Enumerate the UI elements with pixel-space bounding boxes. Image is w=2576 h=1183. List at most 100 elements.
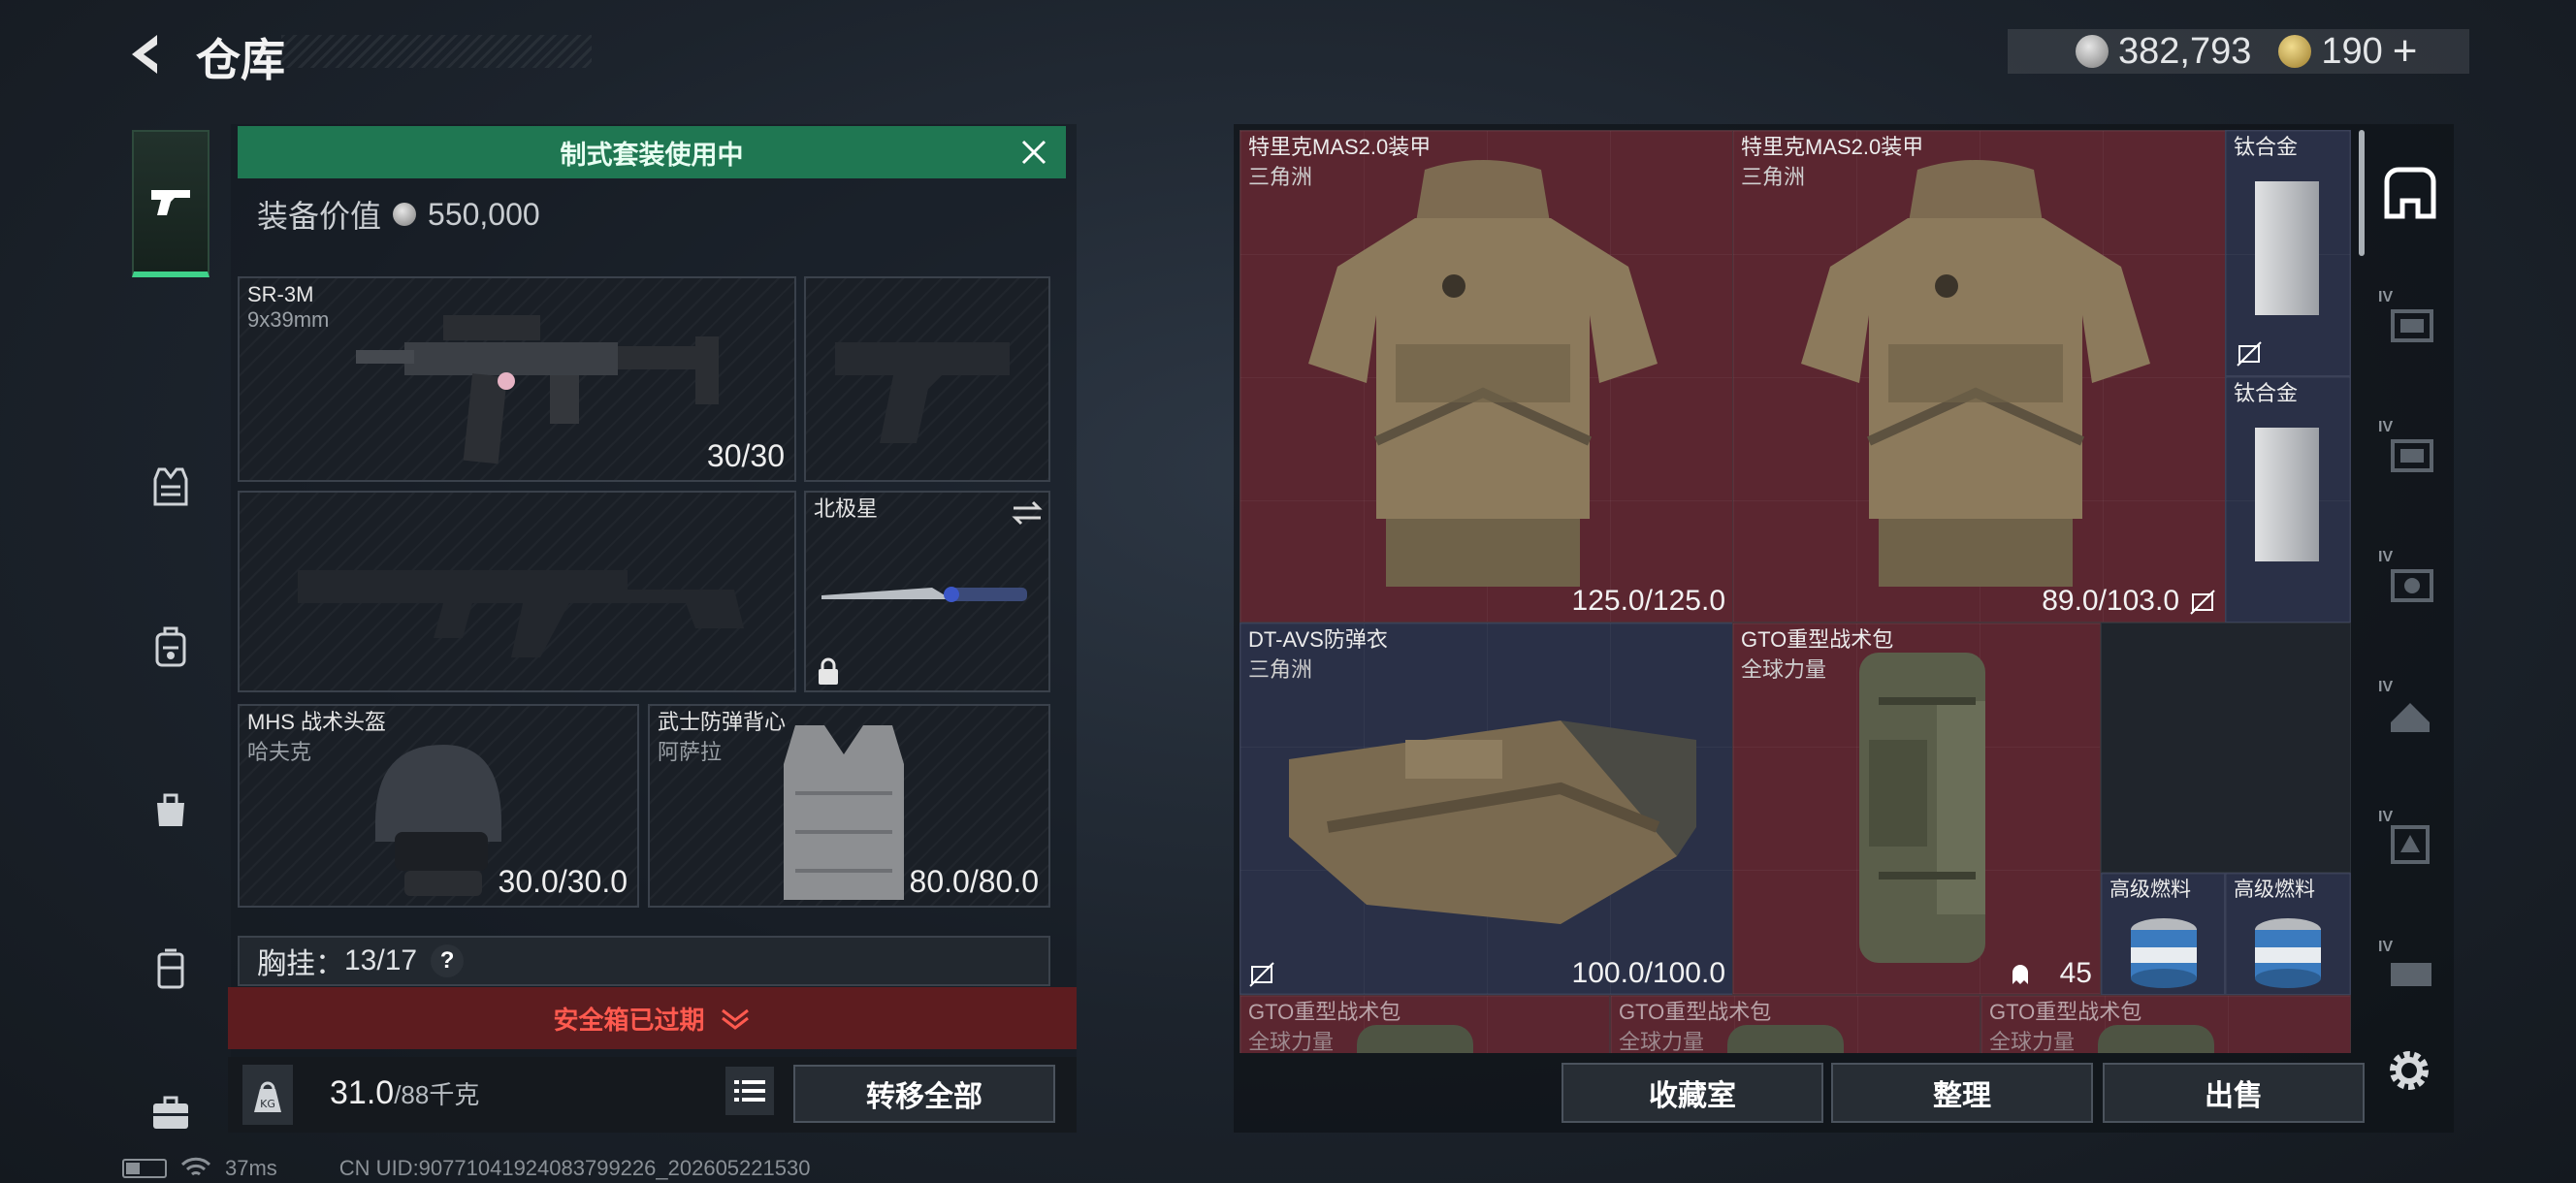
nav-weapons[interactable] <box>132 130 209 277</box>
list-view-button[interactable] <box>725 1067 774 1115</box>
backpack-icon <box>155 626 186 667</box>
kettlebell-icon: KG <box>254 1081 281 1112</box>
vest-image <box>784 725 904 900</box>
backpack-image <box>1727 1025 1844 1053</box>
item-brand: 三角洲 <box>1248 657 1313 682</box>
organize-button[interactable]: 整理 <box>1831 1063 2093 1123</box>
backpack-image <box>1859 653 1985 963</box>
stash-tab[interactable]: IV <box>2376 289 2444 357</box>
weapon-name: SR-3M <box>247 282 314 306</box>
backpack-image <box>2098 1025 2214 1053</box>
stash-scrollbar[interactable] <box>2359 130 2365 256</box>
titanium-plate-image <box>2255 181 2319 315</box>
close-icon[interactable] <box>1015 134 1052 171</box>
helmet-slot[interactable]: MHS 战术头盔 哈夫克 30.0/30.0 <box>238 704 639 908</box>
lock-icon <box>819 657 838 685</box>
pistol-slot[interactable] <box>804 276 1050 482</box>
item-name: 高级燃料 <box>2109 879 2191 901</box>
stash-item[interactable]: 钛合金 <box>2225 130 2351 376</box>
weight-icon: KG <box>242 1065 293 1125</box>
sell-button[interactable]: 出售 <box>2103 1063 2365 1123</box>
gear-icon[interactable] <box>2382 1043 2436 1098</box>
kit-banner-text: 制式套装使用中 <box>560 140 744 170</box>
help-icon[interactable]: ? <box>431 944 465 977</box>
stash-item[interactable]: 特里克MAS2.0装甲 三角洲 125.0/125.0 <box>1240 130 1734 623</box>
stash-tabs: IV IV IV IV IV IV <box>2367 130 2452 1022</box>
back-arrow-icon[interactable] <box>120 29 171 80</box>
stash-tab-main[interactable] <box>2376 159 2444 227</box>
stash-tab[interactable]: IV <box>2376 939 2444 1007</box>
stash-tab[interactable]: IV <box>2376 809 2444 877</box>
primary-weapon-slot[interactable]: SR-3M 9x39mm 30/30 <box>238 276 796 482</box>
item-count: 45 <box>2059 957 2092 989</box>
carry-weight-max: /88千克 <box>394 1080 480 1109</box>
stash-item[interactable]: DT-AVS防弹衣 三角洲 100.0/100.0 <box>1240 623 1734 995</box>
melee-name: 北极星 <box>814 496 879 521</box>
stash-grid: 特里克MAS2.0装甲 三角洲 125.0/125.0 特里克MAS2.0装甲 … <box>1240 130 2351 1053</box>
bag-icon <box>157 793 184 826</box>
stash-item[interactable]: 钛合金 <box>2225 376 2351 623</box>
nav-case[interactable] <box>132 923 209 1016</box>
stash-item[interactable]: 高级燃料 <box>2101 873 2225 995</box>
item-name: GTO重型战术包 <box>1989 1000 2142 1024</box>
melee-slot[interactable]: 北极星 <box>804 491 1050 692</box>
plate-carrier-image <box>1289 720 1696 924</box>
fuel-can-image <box>2131 918 2197 988</box>
pistol-icon <box>151 190 190 215</box>
item-name: DT-AVS防弹衣 <box>1248 627 1388 652</box>
wifi-icon <box>180 1157 211 1176</box>
item-name: GTO重型战术包 <box>1619 1000 1772 1024</box>
stash-item[interactable]: GTO重型战术包 全球力量 45 <box>1732 623 2101 995</box>
no-insure-icon <box>2237 341 2262 367</box>
stash-item[interactable]: GTO重型战术包 全球力量 <box>1980 995 2351 1053</box>
nav-armor[interactable] <box>132 440 209 533</box>
rifle-silhouette-icon <box>298 570 744 657</box>
secondary-weapon-slot[interactable] <box>238 491 796 692</box>
no-insure-icon <box>1249 962 1274 987</box>
item-name: 高级燃料 <box>2234 879 2315 901</box>
page-title: 仓库 <box>196 35 285 85</box>
case-icon <box>157 948 184 989</box>
nav-briefcase[interactable] <box>132 1084 209 1142</box>
item-durability: 125.0/125.0 <box>1571 585 1725 617</box>
safe-box-expired-text: 安全箱已过期 <box>553 1005 705 1035</box>
knife-image <box>821 587 1027 602</box>
chest-rig-capacity: 13/17 <box>344 944 418 976</box>
add-currency-button[interactable]: + <box>2393 27 2418 76</box>
helmet-durability: 30.0/30.0 <box>498 864 628 899</box>
stash-item[interactable]: 特里克MAS2.0装甲 三角洲 89.0/103.0 <box>1732 130 2227 623</box>
chest-rig-row[interactable]: 胸挂： 13/17 ? <box>238 936 1050 986</box>
stash-tab[interactable]: IV <box>2376 679 2444 747</box>
silver-amount: 382,793 <box>2118 30 2252 72</box>
vest-durability: 80.0/80.0 <box>909 864 1039 899</box>
vest-slot[interactable]: 武士防弹背心 阿萨拉 80.0/80.0 <box>648 704 1050 908</box>
currency-bar: 382,793 190 + <box>2008 27 2469 76</box>
stash-tab[interactable]: IV <box>2376 419 2444 487</box>
item-name: 钛合金 <box>2234 135 2299 159</box>
silver-coin-icon <box>393 203 417 226</box>
carry-weight: 31.0/88千克 <box>330 1074 479 1112</box>
ping-text: 37ms <box>225 1156 277 1180</box>
stash-item[interactable]: 高级燃料 <box>2225 873 2351 995</box>
safe-box-expired-banner[interactable]: 安全箱已过期 <box>228 987 1077 1049</box>
weapon-ammo: 30/30 <box>706 438 785 473</box>
nav-bag[interactable] <box>132 762 209 855</box>
stash-item[interactable]: GTO重型战术包 全球力量 <box>1240 995 1610 1053</box>
nav-backpack[interactable] <box>132 601 209 694</box>
swap-icon[interactable] <box>1010 498 1045 528</box>
carry-weight-value: 31.0 <box>330 1074 395 1111</box>
pistol-silhouette-icon <box>835 342 1010 443</box>
stash-item[interactable]: GTO重型战术包 全球力量 <box>1610 995 1980 1053</box>
armor-vest-icon <box>153 467 188 506</box>
left-nav <box>122 118 217 1129</box>
transfer-all-button[interactable]: 转移全部 <box>793 1065 1055 1123</box>
fuel-can-image <box>2255 918 2321 988</box>
stash-home-icon <box>2384 167 2436 219</box>
empty-slot[interactable] <box>2101 623 2351 873</box>
title-decoration <box>281 35 592 68</box>
item-brand: 全球力量 <box>1619 1030 1705 1053</box>
stash-tab[interactable]: IV <box>2376 549 2444 617</box>
silver-coin-icon <box>2076 35 2109 68</box>
collection-room-button[interactable]: 收藏室 <box>1562 1063 1823 1123</box>
item-brand: 全球力量 <box>1248 1030 1335 1053</box>
